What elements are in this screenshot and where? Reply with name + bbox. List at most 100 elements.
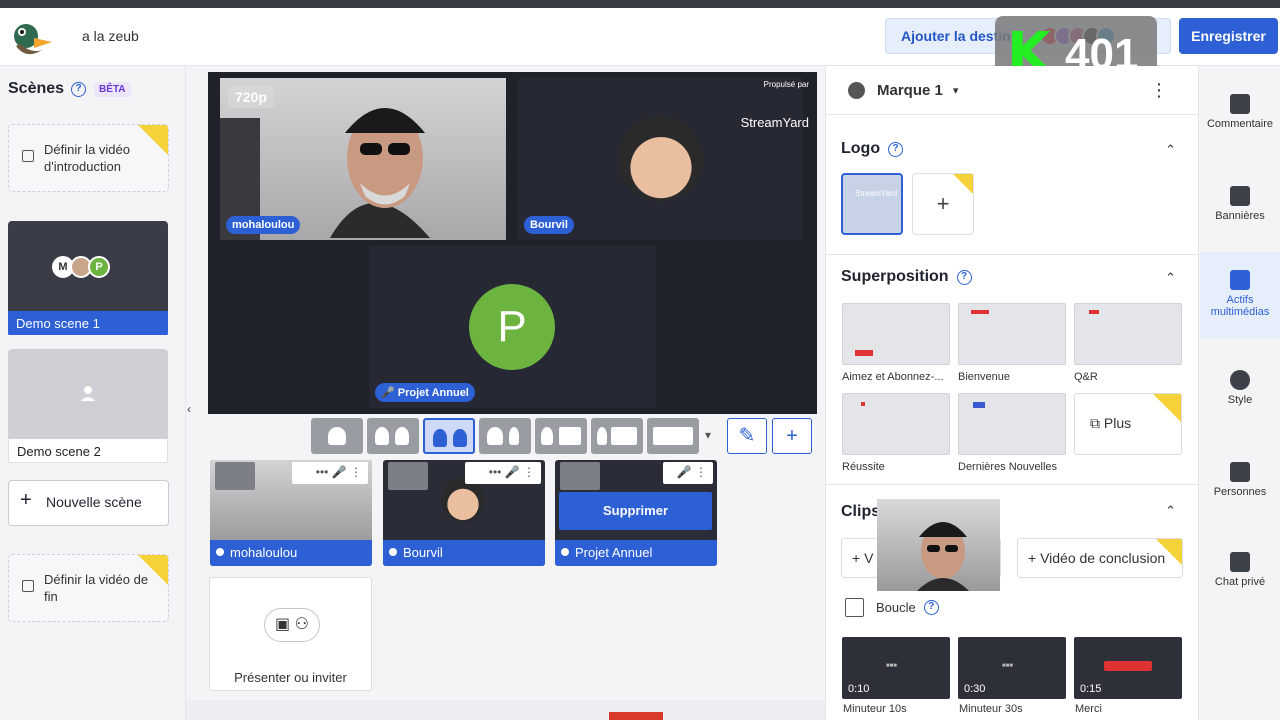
layout-presentation-button[interactable] [591,418,643,454]
streamyard-logo[interactable] [10,20,54,60]
clips-section-title: Clips [841,503,881,520]
clip-name: Merci [1075,703,1102,715]
overlay-section-title: Superposition ? [841,268,972,286]
collapse-panel-icon[interactable]: ‹ [187,402,191,416]
clip-name: Minuteur 10s [843,703,907,715]
rail-style[interactable]: Style [1200,370,1280,420]
banner-icon [1230,186,1250,206]
overlay-item[interactable]: Réussite [842,393,950,473]
layout-split-button[interactable] [367,418,419,454]
bottom-controls [186,700,826,720]
remove-button[interactable]: Supprimer [559,492,712,530]
overlay-item[interactable]: Dernières Nouvelles [958,393,1066,473]
palette-icon [848,81,865,99]
backstage-tile[interactable]: ••• 🎤 ⋮ Bourvil [383,460,545,566]
edit-layout-button[interactable]: ✎ [727,418,767,454]
rail-media-assets[interactable]: Actifs multimédias [1200,252,1280,338]
intro-video-card[interactable]: Définir la vidéo d'introduction [8,124,169,192]
plus-icon: + [852,550,865,566]
clip-thumbnail[interactable]: 0:15 [1074,637,1182,699]
layout-screen-button[interactable] [535,418,587,454]
leave-button[interactable] [609,712,663,720]
overlay-item[interactable]: Aimez et Abonnez-... [842,303,950,383]
tile-controls[interactable]: ••• 🎤 ⋮ [465,462,541,484]
overlay-thumbnail [1074,303,1182,365]
present-or-invite-card[interactable]: ▣ ⚇ Présenter ou inviter [209,577,372,691]
add-outro-clip-button[interactable]: + Vidéo de conclusion [1017,538,1183,578]
rail-private-chat[interactable]: Chat privé [1200,552,1280,602]
avatar: P [88,256,110,278]
mic-muted-icon: 🎤 [381,387,398,399]
dragged-video-preview[interactable] [877,499,1000,591]
plus-icon: + [1028,550,1041,566]
scene-card-1[interactable]: M P Demo scene 1 [8,221,168,337]
divider [826,484,1198,485]
add-to-stage-button[interactable] [560,462,600,490]
rail-comments[interactable]: Commentaire [1200,94,1280,154]
participant-avatar [441,478,485,522]
add-to-stage-button[interactable] [388,462,428,490]
layout-selector [311,418,703,456]
logo-thumbnail[interactable]: StreamYard [841,173,903,235]
backstage-tile[interactable]: 🎤 ⋮ Supprimer Projet Annuel [555,460,717,566]
help-icon[interactable]: ? [956,269,972,285]
add-to-stage-button[interactable] [215,462,255,490]
collapse-logo-icon[interactable]: ⌃ [1165,142,1176,158]
people-icon [1230,462,1250,482]
help-icon[interactable]: ? [888,141,904,157]
tile-controls[interactable]: ••• 🎤 ⋮ [292,462,368,484]
clip-thumbnail[interactable]: ■■■ 0:30 [958,637,1066,699]
tile-name: mohaloulou [210,540,372,566]
brand-selector[interactable]: Marque 1 ▾ [848,80,958,100]
clip-thumbnail[interactable]: ■■■ 0:10 [842,637,950,699]
plus-icon: + [786,425,798,447]
add-layout-button[interactable]: + [772,418,812,454]
overlay-thumbnail [958,393,1066,455]
clip-duration: 0:10 [848,683,870,695]
present-invite-icon: ▣ ⚇ [264,608,320,642]
plus-icon: + [20,489,32,511]
rail-banners[interactable]: Bannières [1200,186,1280,246]
logo-section-title: Logo ? [841,140,904,158]
loop-label: Boucle [876,600,916,615]
show-title[interactable]: a la zeub [82,28,139,44]
loop-checkbox[interactable] [845,598,864,617]
rail-people[interactable]: Personnes [1200,462,1280,512]
collapse-overlay-icon[interactable]: ⌃ [1165,270,1176,286]
participant-name-tag: 🎤 Projet Annuel [375,383,475,402]
more-overlays-button[interactable]: ⧉ Plus [1074,393,1182,455]
add-logo-button[interactable]: + [912,173,974,235]
media-icon [1230,270,1250,290]
scene-thumbnail [8,349,168,439]
add-overlay-icon: ⧉ [1090,415,1104,431]
overlay-item[interactable]: Bienvenue [958,303,1066,383]
scene-card-2[interactable]: Demo scene 2 [8,349,168,465]
divider [826,114,1198,115]
powered-by-badge: Propulsé par StreamYard [741,80,809,130]
help-icon[interactable]: ? [71,81,87,97]
layout-group-button[interactable] [423,418,475,454]
new-scene-label: Nouvelle scène [46,494,142,510]
new-scene-button[interactable]: + Nouvelle scène [8,480,169,526]
present-invite-label: Présenter ou inviter [234,670,347,685]
outro-video-card[interactable]: Définir la vidéo de fin [8,554,169,622]
chevron-down-icon[interactable]: ▾ [705,428,711,442]
layout-leader-button[interactable] [479,418,531,454]
resolution-badge[interactable]: 720p [228,86,274,108]
help-icon[interactable]: ? [923,600,939,615]
tile-controls[interactable]: 🎤 ⋮ [663,462,713,484]
scenes-header: Scènes ? BÊTA [8,80,131,98]
layout-solo-button[interactable] [311,418,363,454]
collapse-clips-icon[interactable]: ⌃ [1165,503,1176,519]
backstage-tile[interactable]: ••• 🎤 ⋮ mohaloulou [210,460,372,566]
overlay-item[interactable]: Q&R [1074,303,1182,383]
thank-you-banner [1104,661,1152,671]
layout-fullscreen-button[interactable] [647,418,699,454]
powered-by-label: Propulsé par [763,80,809,89]
overlay-name: Dernières Nouvelles [958,461,1058,473]
loop-toggle[interactable]: Boucle ? [845,598,939,617]
more-options-icon[interactable]: ⋮ [1150,80,1168,101]
overlay-name: Réussite [842,461,885,473]
scene-label: Demo scene 1 [8,311,168,335]
save-button[interactable]: Enregistrer [1179,18,1278,54]
